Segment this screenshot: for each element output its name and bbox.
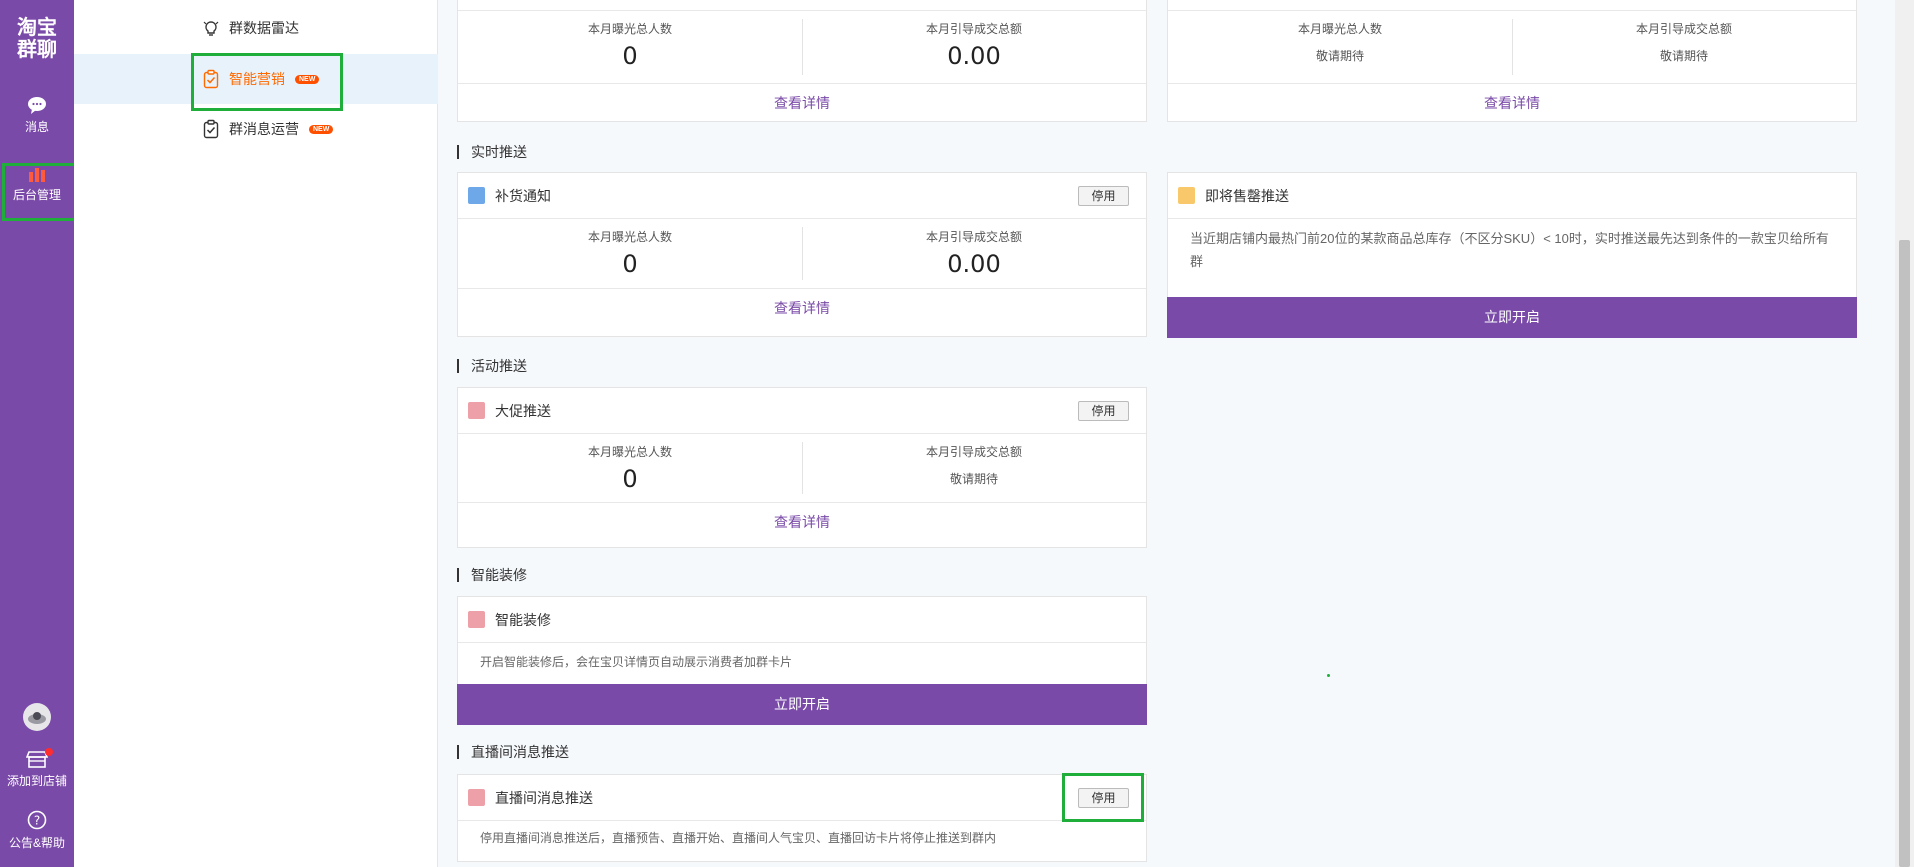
stat-label: 本月曝光总人数 — [1297, 22, 1382, 36]
svg-text:?: ? — [34, 814, 40, 828]
stat-value: 敬请期待 — [1659, 49, 1708, 63]
view-details-link[interactable]: 查看详情 — [458, 289, 1146, 327]
card-header: 大促推送 停用 — [458, 388, 1146, 434]
card-title: 直播间消息推送 — [495, 789, 593, 806]
notification-dot — [45, 748, 53, 756]
color-square — [468, 402, 485, 419]
stats-row: 本月曝光总人数 0 本月引导成交总额 敬请期待 — [458, 434, 1146, 503]
stat-gmv: 本月引导成交总额 敬请期待 — [802, 434, 1146, 502]
stat-value: 0 — [622, 250, 638, 278]
color-square — [468, 187, 485, 204]
stat-gmv: 本月引导成交总额 0.00 — [802, 11, 1146, 83]
stat-value: 0 — [622, 465, 638, 493]
stat-label: 本月引导成交总额 — [1635, 22, 1732, 36]
app-logo: 淘宝 群聊 — [0, 16, 74, 60]
stat-exposure: 本月曝光总人数 0 — [458, 219, 802, 288]
disable-button[interactable]: 停用 — [1078, 401, 1129, 421]
card-decor: 智能装修 开启智能装修后，会在宝贝详情页自动展示消费者加群卡片 立即开启 — [457, 596, 1147, 725]
left-rail: 淘宝 群聊 消息 后台管理 添加到店铺 ? 公告&帮助 — [0, 0, 74, 867]
disable-button[interactable]: 停用 — [1078, 186, 1129, 206]
view-details-link[interactable]: 查看详情 — [458, 503, 1146, 541]
rail-help-label: 公告&帮助 — [8, 836, 65, 850]
scrollbar-thumb[interactable] — [1899, 240, 1910, 867]
card-description: 开启智能装修后，会在宝贝详情页自动展示消费者加群卡片 — [480, 655, 793, 669]
scrollbar[interactable] — [1895, 0, 1914, 867]
card-promo: 大促推送 停用 本月曝光总人数 0 本月引导成交总额 敬请期待 查看详情 — [457, 387, 1147, 548]
avatar — [23, 703, 51, 731]
stat-label: 本月曝光总人数 — [587, 230, 672, 244]
enable-now-button[interactable]: 立即开启 — [457, 684, 1147, 725]
stat-label: 本月曝光总人数 — [587, 22, 672, 36]
card-live: 直播间消息推送 停用 停用直播间消息推送后，直播预告、直播开始、直播间人气宝贝、… — [457, 774, 1147, 862]
logo-line2: 群聊 — [17, 37, 57, 61]
card-header: 智能装修 — [458, 597, 1146, 643]
card-header: 补货通知 停用 — [458, 173, 1146, 219]
rail-avatar[interactable] — [0, 702, 74, 736]
clipboard-check-icon — [201, 119, 221, 139]
color-square — [1178, 187, 1195, 204]
subnav-item-label: 群数据雷达 — [229, 20, 299, 36]
rail-add-shop-label: 添加到店铺 — [6, 774, 67, 788]
stats-row: 本月曝光总人数 敬请期待 本月引导成交总额 敬请期待 — [1168, 11, 1856, 84]
stat-label: 本月引导成交总额 — [925, 230, 1022, 244]
card-restock: 补货通知 停用 本月曝光总人数 0 本月引导成交总额 0.00 查看详情 — [457, 172, 1147, 337]
rail-messages[interactable]: 消息 — [0, 96, 74, 135]
live-disable-highlight-box — [1062, 773, 1144, 822]
section-title-activity: 活动推送 — [457, 359, 527, 373]
subnav-item-label: 群消息运营 — [229, 121, 299, 137]
card-header: 直播间消息推送 停用 — [458, 775, 1146, 821]
view-details-link[interactable]: 查看详情 — [458, 84, 1146, 122]
stat-value: 0.00 — [947, 42, 1001, 70]
card-top-left: 本月曝光总人数 0 本月引导成交总额 0.00 查看详情 — [457, 0, 1147, 122]
new-badge: NEW — [309, 124, 334, 134]
card-top-right: 本月曝光总人数 敬请期待 本月引导成交总额 敬请期待 查看详情 — [1167, 0, 1857, 122]
card-soldout: 即将售罄推送 当近期店铺内最热门前20位的某款商品总库存（不区分SKU）< 10… — [1167, 172, 1857, 338]
stat-value: 敬请期待 — [949, 472, 998, 486]
card-description: 当近期店铺内最热门前20位的某款商品总库存（不区分SKU）< 10时，实时推送最… — [1190, 231, 1829, 269]
card-title: 补货通知 — [495, 187, 551, 204]
stat-gmv: 本月引导成交总额 0.00 — [802, 219, 1146, 288]
rail-help[interactable]: ? 公告&帮助 — [0, 810, 74, 851]
stat-value: 0 — [622, 42, 638, 70]
chat-bubble-icon — [28, 97, 46, 114]
question-icon: ? — [27, 810, 47, 830]
section-title-live: 直播间消息推送 — [457, 745, 569, 759]
stat-label: 本月引导成交总额 — [925, 22, 1022, 36]
logo-line1: 淘宝 — [17, 15, 57, 39]
subnav-item-group-msg-ops[interactable]: 群消息运营 NEW — [74, 104, 438, 154]
card-title: 即将售罄推送 — [1205, 187, 1289, 204]
section-title-realtime: 实时推送 — [457, 145, 527, 159]
rail-add-shop[interactable]: 添加到店铺 — [0, 750, 74, 789]
stat-label: 本月引导成交总额 — [925, 445, 1022, 459]
subnav-item-data-radar[interactable]: 群数据雷达 — [74, 3, 438, 53]
stat-gmv: 本月引导成交总额 敬请期待 — [1512, 11, 1856, 83]
color-square — [468, 789, 485, 806]
stat-value: 0.00 — [947, 250, 1001, 278]
card-title: 大促推送 — [495, 402, 551, 419]
stat-label: 本月曝光总人数 — [587, 445, 672, 459]
view-details-link[interactable]: 查看详情 — [1168, 84, 1856, 122]
sub-nav: 群数据雷达 智能营销 NEW 群消息运营 NEW — [74, 0, 438, 867]
stats-row: 本月曝光总人数 0 本月引导成交总额 0.00 — [458, 219, 1146, 289]
stat-exposure: 本月曝光总人数 0 — [458, 434, 802, 502]
green-dot — [1327, 674, 1330, 677]
enable-now-button[interactable]: 立即开启 — [1167, 297, 1857, 338]
section-title-decor: 智能装修 — [457, 568, 527, 582]
stat-exposure: 本月曝光总人数 敬请期待 — [1168, 11, 1512, 83]
stats-row: 本月曝光总人数 0 本月引导成交总额 0.00 — [458, 11, 1146, 84]
stat-value: 敬请期待 — [1315, 49, 1364, 63]
card-title: 智能装修 — [495, 611, 551, 628]
color-square — [468, 611, 485, 628]
card-header: 即将售罄推送 — [1168, 173, 1856, 219]
rail-messages-label: 消息 — [24, 120, 49, 134]
card-description: 停用直播间消息推送后，直播预告、直播开始、直播间人气宝贝、直播回访卡片将停止推送… — [480, 831, 997, 845]
smart-marketing-highlight-box — [191, 53, 343, 111]
radar-bulb-icon — [201, 18, 221, 38]
stat-exposure: 本月曝光总人数 0 — [458, 11, 802, 83]
